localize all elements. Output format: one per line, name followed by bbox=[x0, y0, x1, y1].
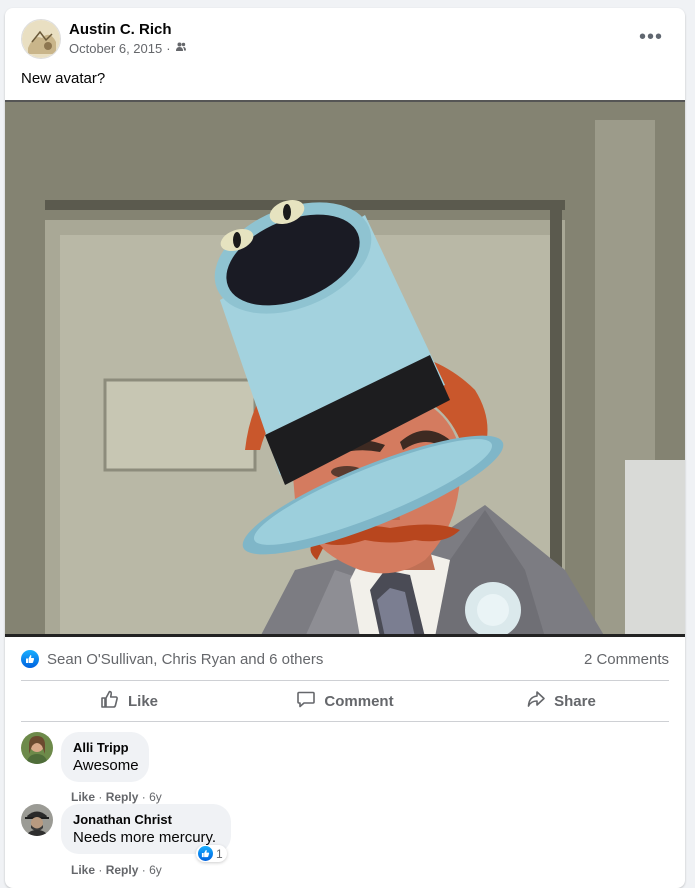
like-reaction-icon[interactable] bbox=[21, 650, 39, 668]
commenter-name[interactable]: Alli Tripp bbox=[73, 740, 137, 756]
post-date[interactable]: October 6, 2015 bbox=[69, 41, 162, 56]
photo-top-border bbox=[5, 100, 685, 102]
author-avatar[interactable] bbox=[21, 19, 61, 59]
like-button[interactable]: Like bbox=[21, 682, 237, 720]
post-card: Austin C. Rich October 6, 2015 · ••• New… bbox=[5, 8, 685, 888]
share-icon bbox=[526, 689, 546, 713]
comment-bubble: Alli Tripp Awesome bbox=[61, 732, 149, 782]
comment-reaction-badge[interactable]: 1 bbox=[196, 845, 227, 862]
post-meta: October 6, 2015 · bbox=[69, 41, 187, 56]
post-actions-bar: Like Comment Share bbox=[21, 682, 669, 720]
comment-like-link[interactable]: Like bbox=[71, 790, 95, 804]
reaction-count: 1 bbox=[216, 846, 223, 861]
reactors-list[interactable]: Sean O'Sullivan, Chris Ryan and 6 others bbox=[47, 651, 584, 668]
photo-bottom-border bbox=[5, 634, 685, 637]
like-reaction-icon bbox=[198, 846, 213, 861]
share-button[interactable]: Share bbox=[453, 682, 669, 720]
comment-text: Awesome bbox=[73, 757, 139, 774]
comment-reply-link[interactable]: Reply bbox=[106, 863, 139, 877]
thumbs-up-icon bbox=[100, 689, 120, 713]
commenter-name[interactable]: Jonathan Christ bbox=[73, 812, 219, 828]
comment-icon bbox=[296, 689, 316, 713]
more-options-button[interactable]: ••• bbox=[633, 24, 669, 50]
comment-age[interactable]: 6y bbox=[149, 790, 162, 804]
comment-text: Needs more mercury. bbox=[73, 829, 217, 846]
divider-bottom bbox=[21, 721, 669, 722]
commenter-avatar[interactable] bbox=[21, 732, 53, 764]
photo-image bbox=[5, 100, 685, 637]
share-label: Share bbox=[554, 692, 596, 710]
comment-label: Comment bbox=[324, 692, 394, 710]
comment-action-separator: · bbox=[98, 863, 103, 877]
comment-age[interactable]: 6y bbox=[149, 863, 162, 877]
comment-actions: Like · Reply · 6y bbox=[71, 863, 162, 877]
friends-icon[interactable] bbox=[175, 41, 187, 56]
post-text: New avatar? bbox=[21, 70, 106, 87]
comment-action-separator: · bbox=[141, 790, 146, 804]
post-photo[interactable] bbox=[5, 100, 685, 637]
comment-button[interactable]: Comment bbox=[237, 682, 453, 720]
more-icon: ••• bbox=[638, 25, 663, 48]
divider-top bbox=[21, 680, 669, 681]
comment-reply-link[interactable]: Reply bbox=[106, 790, 139, 804]
comments-count[interactable]: 2 Comments bbox=[584, 651, 669, 668]
comment-like-link[interactable]: Like bbox=[71, 863, 95, 877]
like-label: Like bbox=[127, 692, 158, 710]
reactions-summary: Sean O'Sullivan, Chris Ryan and 6 others… bbox=[21, 648, 669, 670]
commenter-avatar[interactable] bbox=[21, 804, 53, 836]
comment-action-separator: · bbox=[141, 863, 146, 877]
comment-action-separator: · bbox=[98, 790, 103, 804]
author-name[interactable]: Austin C. Rich bbox=[69, 21, 172, 38]
comment-actions: Like · Reply · 6y bbox=[71, 790, 162, 804]
meta-separator: · bbox=[166, 41, 171, 56]
